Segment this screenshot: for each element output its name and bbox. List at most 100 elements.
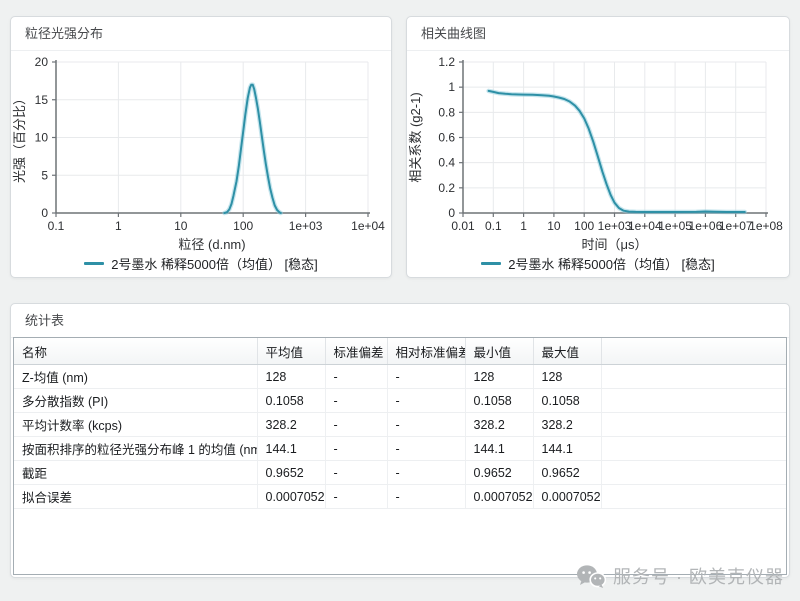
legend-label: 2号墨水 稀释5000倍（均值） [稳态] <box>508 257 715 272</box>
table-header-cell: 最小值 <box>465 338 534 365</box>
table-cell: 截距 <box>14 460 258 485</box>
x-tick-label: 1e+03 <box>289 219 323 233</box>
x-tick-label: 1e+08 <box>749 219 783 233</box>
table-cell: 144.1 <box>465 436 534 461</box>
correlation-panel-title: 相关曲线图 <box>407 17 789 51</box>
correlation-chart-legend: 2号墨水 稀释5000倍（均值） [稳态] <box>407 252 789 275</box>
table-cell: - <box>325 364 388 389</box>
statistics-panel-title: 统计表 <box>11 304 789 338</box>
y-tick-label: 0.8 <box>438 105 455 119</box>
table-cell: 0.0007052 <box>533 484 602 509</box>
statistics-table: 名称 平均值 标准偏差 相对标准偏差 最小值 最大值 Z-均值 (nm) 128- -128 1… <box>14 338 786 509</box>
correlation-curve-chart: 0.01 0.1 1 10 100 1e+031e+041e+051e+061e+071e… <box>408 55 783 252</box>
table-cell: 0.0007052 <box>465 484 534 509</box>
x-tick-label: 1 <box>520 219 527 233</box>
intensity-panel-title: 粒径光强分布 <box>11 17 391 51</box>
table-cell: - <box>387 460 466 485</box>
y-axis-label: 相关系数 (g2-1) <box>408 92 423 182</box>
table-header-cell: 最大值 <box>533 338 602 365</box>
table-cell: - <box>325 436 388 461</box>
table-cell: 平均计数率 (kcps) <box>14 412 258 437</box>
x-axis-label: 粒径 (d.nm) <box>178 237 245 252</box>
table-cell: 128 <box>257 364 326 389</box>
table-cell-filler <box>601 412 786 437</box>
table-header-cell: 相对标准偏差 <box>387 338 466 365</box>
table-cell: 0.0007052 <box>257 484 326 509</box>
intensity-chart-legend: 2号墨水 稀释5000倍（均值） [稳态] <box>11 252 391 275</box>
statistics-table-container: 名称 平均值 标准偏差 相对标准偏差 最小值 最大值 Z-均值 (nm) 128- -128 1… <box>13 337 787 575</box>
y-tick-label: 20 <box>35 55 49 69</box>
table-cell: - <box>387 484 466 509</box>
table-cell: - <box>325 460 388 485</box>
x-tick-label: 1e+04 <box>351 219 385 233</box>
table-header-filler <box>601 338 786 365</box>
table-row: 多分散指数 (PI) 0.1058- -0.1058 0.1058 <box>14 388 786 413</box>
y-tick-label: 0.4 <box>438 156 455 170</box>
table-cell: 144.1 <box>533 436 602 461</box>
intensity-distribution-chart: 0.1 1 10 100 1e+03 1e+04 0 5 10 15 20 粒径 (d.nm) 光强（百… <box>12 55 385 252</box>
table-cell: 128 <box>465 364 534 389</box>
x-tick-label: 0.1 <box>48 219 65 233</box>
table-cell: 128 <box>533 364 602 389</box>
table-cell: 多分散指数 (PI) <box>14 388 258 413</box>
table-cell: - <box>325 412 388 437</box>
x-tick-label: 1e+07 <box>719 219 753 233</box>
table-cell: 按面积排序的粒径光强分布峰 1 的均值 (nm) <box>14 436 258 461</box>
table-cell: 328.2 <box>533 412 602 437</box>
y-tick-label: 15 <box>35 93 49 107</box>
table-cell: - <box>387 412 466 437</box>
y-tick-label: 0.6 <box>438 131 455 145</box>
table-cell: 0.9652 <box>465 460 534 485</box>
series-halo <box>486 88 748 215</box>
table-cell: 328.2 <box>257 412 326 437</box>
y-tick-label: 1 <box>448 80 455 94</box>
table-cell: 328.2 <box>465 412 534 437</box>
table-cell: 0.9652 <box>533 460 602 485</box>
x-tick-label: 0.01 <box>451 219 475 233</box>
table-cell: 0.9652 <box>257 460 326 485</box>
table-cell-filler <box>601 484 786 509</box>
x-tick-label: 1e+04 <box>628 219 662 233</box>
table-cell: - <box>325 484 388 509</box>
table-cell: 144.1 <box>257 436 326 461</box>
table-header-cell: 平均值 <box>257 338 326 365</box>
statistics-panel: 统计表 名称 平均值 标准偏差 相对标准偏差 最小值 最大值 Z-均值 (nm) 128- -… <box>10 303 790 578</box>
table-cell: 0.1058 <box>257 388 326 413</box>
wechat-icon <box>577 564 606 588</box>
legend-line-swatch <box>481 262 502 265</box>
x-tick-label: 100 <box>233 219 253 233</box>
table-row: 平均计数率 (kcps) 328.2- -328.2 328.2 <box>14 412 786 437</box>
series-line <box>487 89 746 213</box>
table-row: 按面积排序的粒径光强分布峰 1 的均值 (nm) 144.1- -144.1 144.… <box>14 436 786 461</box>
table-cell: 0.1058 <box>465 388 534 413</box>
table-row: Z-均值 (nm) 128- -128 128 <box>14 364 786 389</box>
table-header-cell: 名称 <box>14 338 258 365</box>
x-tick-label: 0.1 <box>485 219 502 233</box>
legend-label: 2号墨水 稀释5000倍（均值） [稳态] <box>111 257 318 272</box>
table-row: 拟合误差 0.0007052- -0.0007052 0.0007052 <box>14 484 786 509</box>
table-cell: 拟合误差 <box>14 484 258 509</box>
watermark-text: 服务号 · 欧美克仪器 <box>613 567 784 587</box>
table-cell-filler <box>601 436 786 461</box>
x-tick-label: 10 <box>547 219 561 233</box>
y-tick-label: 10 <box>35 131 49 145</box>
x-tick-label: 10 <box>174 219 188 233</box>
y-tick-label: 5 <box>41 168 48 182</box>
table-cell-filler <box>601 388 786 413</box>
x-tick-label: 1e+06 <box>689 219 723 233</box>
x-axis-label: 时间（μs） <box>582 237 648 252</box>
table-header-cell: 标准偏差 <box>325 338 388 365</box>
y-tick-label: 0 <box>448 206 455 220</box>
table-cell: - <box>387 364 466 389</box>
correlation-curve-panel: 相关曲线图 0.01 0.1 1 10 100 1e+03 1e+04 1e+05 1e+06 1… <box>406 16 790 278</box>
table-cell-filler <box>601 364 786 389</box>
table-cell: 0.1058 <box>533 388 602 413</box>
table-cell: Z-均值 (nm) <box>14 364 258 389</box>
table-row: 截距 0.9652- -0.9652 0.9652 <box>14 460 786 485</box>
y-tick-label: 0 <box>41 206 48 220</box>
table-cell-filler <box>601 460 786 485</box>
x-tick-label: 1 <box>115 219 122 233</box>
y-axis-label: 光强（百分比） <box>12 92 27 183</box>
watermark: 服务号 · 欧美克仪器 <box>576 561 784 591</box>
x-tick-label: 1e+05 <box>658 219 692 233</box>
